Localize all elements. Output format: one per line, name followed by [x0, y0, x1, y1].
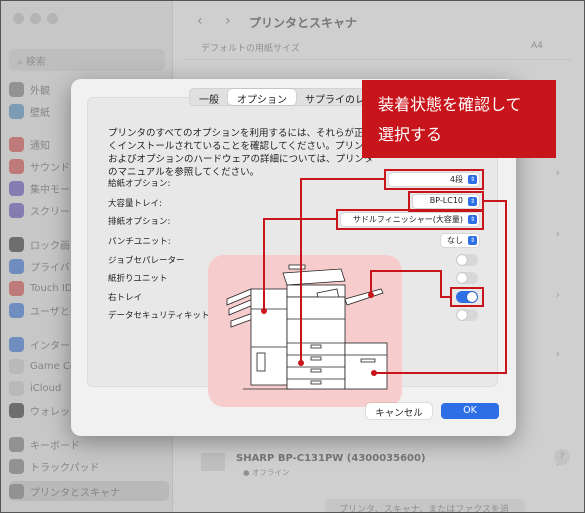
- screenshot-frame: ⌕ 検索 外観 壁紙 通知 サウンド 集中モード スクリーンタイム ロック画面 プライバシー T…: [0, 0, 585, 513]
- highlight-right-tray: [450, 287, 484, 307]
- ok-button[interactable]: OK: [441, 403, 499, 419]
- highlight-paper-feed: [384, 169, 484, 190]
- cancel-button[interactable]: キャンセル: [366, 403, 432, 419]
- callout-line-2: 選択する: [378, 125, 443, 144]
- callout-line-1: 装着状態を確認して: [378, 95, 522, 114]
- highlight-output-option: [336, 209, 484, 230]
- annotation-lines: [261, 169, 507, 376]
- instruction-callout: 装着状態を確認して 選択する: [362, 80, 556, 158]
- highlight-large-capacity-tray: [408, 191, 484, 212]
